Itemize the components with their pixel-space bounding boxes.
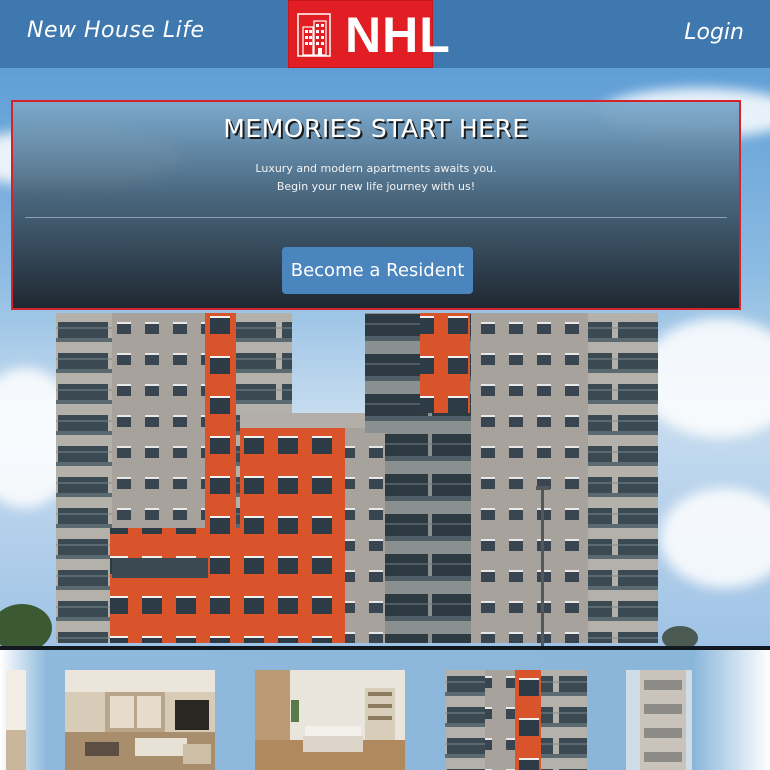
gallery-thumb-building[interactable] [445, 670, 587, 770]
gallery-thumb-bedroom[interactable] [255, 670, 405, 770]
become-resident-button[interactable]: Become a Resident [282, 247, 473, 294]
photo-gallery [0, 650, 770, 770]
hero-section: MEMORIES START HERE Luxury and modern ap… [0, 68, 770, 646]
logo[interactable]: NHL [288, 0, 450, 68]
logo-text: NHL [345, 7, 451, 63]
hero-panel: MEMORIES START HERE Luxury and modern ap… [11, 100, 741, 310]
gallery-thumb-living-room[interactable] [65, 670, 215, 770]
hero-subtitle-line1: Luxury and modern apartments awaits you. [255, 162, 497, 175]
site-header: New House Life NHL Login [0, 0, 770, 68]
bedroom-photo [255, 670, 405, 770]
hero-subtitle-line2: Begin your new life journey with us! [276, 180, 476, 193]
hero-title: MEMORIES START HERE [223, 114, 529, 143]
building-icon [297, 13, 331, 57]
brand-name[interactable]: New House Life [27, 18, 205, 43]
gallery-thumb-partial-left[interactable] [6, 670, 26, 770]
apartment-building-photo [445, 670, 587, 770]
divider [25, 217, 727, 218]
gallery-thumb-partial-right[interactable] [626, 670, 692, 770]
login-link[interactable]: Login [684, 20, 744, 45]
hero-subtitle: Luxury and modern apartments awaits you.… [13, 160, 739, 196]
living-room-photo [65, 670, 215, 770]
balcony-building-photo [626, 670, 692, 770]
